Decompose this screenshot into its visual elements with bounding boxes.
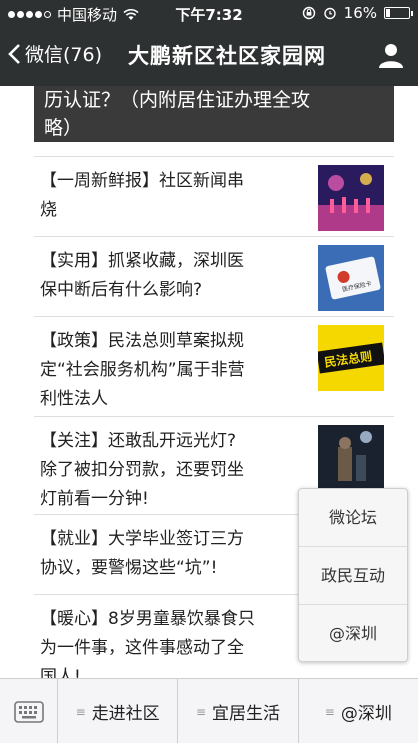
article-item[interactable]: 【一周新鲜报】社区新闻串 烧 (34, 156, 394, 236)
back-button[interactable]: 微信(76) (8, 40, 102, 67)
nav-bar: 微信(76) 大鹏新区社区家园网 (0, 26, 418, 86)
keyboard-icon (13, 700, 44, 723)
article-title: 【就业】大学毕业签订三方 协议，要警惕这些“坑”! (40, 529, 244, 578)
menu-label: 走进社区 (91, 704, 160, 724)
article-thumbnail-card: 医疗保险卡 (318, 245, 384, 311)
article-title: 【实用】抓紧收藏，深圳医 保中断后有什么影响? (40, 251, 244, 300)
article-title: 【关注】还敢乱开远光灯? 除了被扣分罚款，还要罚坐 灯前看一分钟! (40, 431, 244, 509)
article-thumbnail-law: 民法总则 (318, 325, 384, 391)
menu-label: @深圳 (340, 704, 392, 724)
chevron-left-icon (8, 43, 20, 64)
hero-text-line1: 历认证？（内附居住证办理全攻 (44, 89, 311, 111)
menu-lines-icon: ≡ (195, 704, 207, 719)
popup-item-forum[interactable]: 微论坛 (299, 489, 407, 547)
article-title: 【政策】民法总则草案拟规 定“社会服务机构”属于非营 利性法人 (40, 331, 245, 409)
article-title: 【暖心】8岁男童暴饮暴食只 为一件事，这件事感动了全 国人! (40, 609, 255, 678)
menu-button-shenzhen[interactable]: ≡ @深圳 (299, 679, 418, 743)
battery-percent: 16% (343, 4, 377, 22)
article-thumbnail-stage (318, 165, 384, 231)
menu-lines-icon: ≡ (75, 704, 86, 719)
rotation-lock-icon (302, 6, 315, 20)
keyboard-button[interactable] (0, 679, 58, 743)
article-item[interactable]: 【政策】民法总则草案拟规 定“社会服务机构”属于非营 利性法人 民法总则 (34, 316, 394, 416)
back-label: 微信(76) (25, 44, 103, 66)
popup-menu: 微论坛 政民互动 @深圳 (298, 488, 408, 662)
alarm-icon (323, 7, 336, 20)
hero-text-line2: 略） (44, 117, 83, 139)
hero-banner[interactable]: 历认证？（内附居住证办理全攻 略） (34, 86, 394, 142)
article-item[interactable]: 【实用】抓紧收藏，深圳医 保中断后有什么影响? 医疗保险卡 (34, 236, 394, 316)
article-title: 【一周新鲜报】社区新闻串 烧 (40, 171, 244, 220)
menu-label: 宜居生活 (212, 704, 281, 724)
page-title: 大鹏新区社区家园网 (128, 44, 326, 68)
battery-fill (386, 9, 390, 17)
bottom-menu-bar: ≡ 走进社区 ≡ 宜居生活 ≡ @深圳 (0, 678, 418, 743)
menu-button-community[interactable]: ≡ 走进社区 (58, 679, 179, 743)
user-icon[interactable] (376, 40, 406, 70)
menu-lines-icon: ≡ (324, 704, 335, 719)
battery-icon (384, 7, 413, 19)
status-bar: 中国移动 下午7:32 16% (0, 0, 418, 26)
popup-item-government[interactable]: 政民互动 (299, 547, 407, 605)
popup-item-shenzhen[interactable]: @深圳 (299, 605, 407, 663)
menu-button-living[interactable]: ≡ 宜居生活 (178, 679, 299, 743)
article-thumbnail-night (318, 425, 384, 491)
